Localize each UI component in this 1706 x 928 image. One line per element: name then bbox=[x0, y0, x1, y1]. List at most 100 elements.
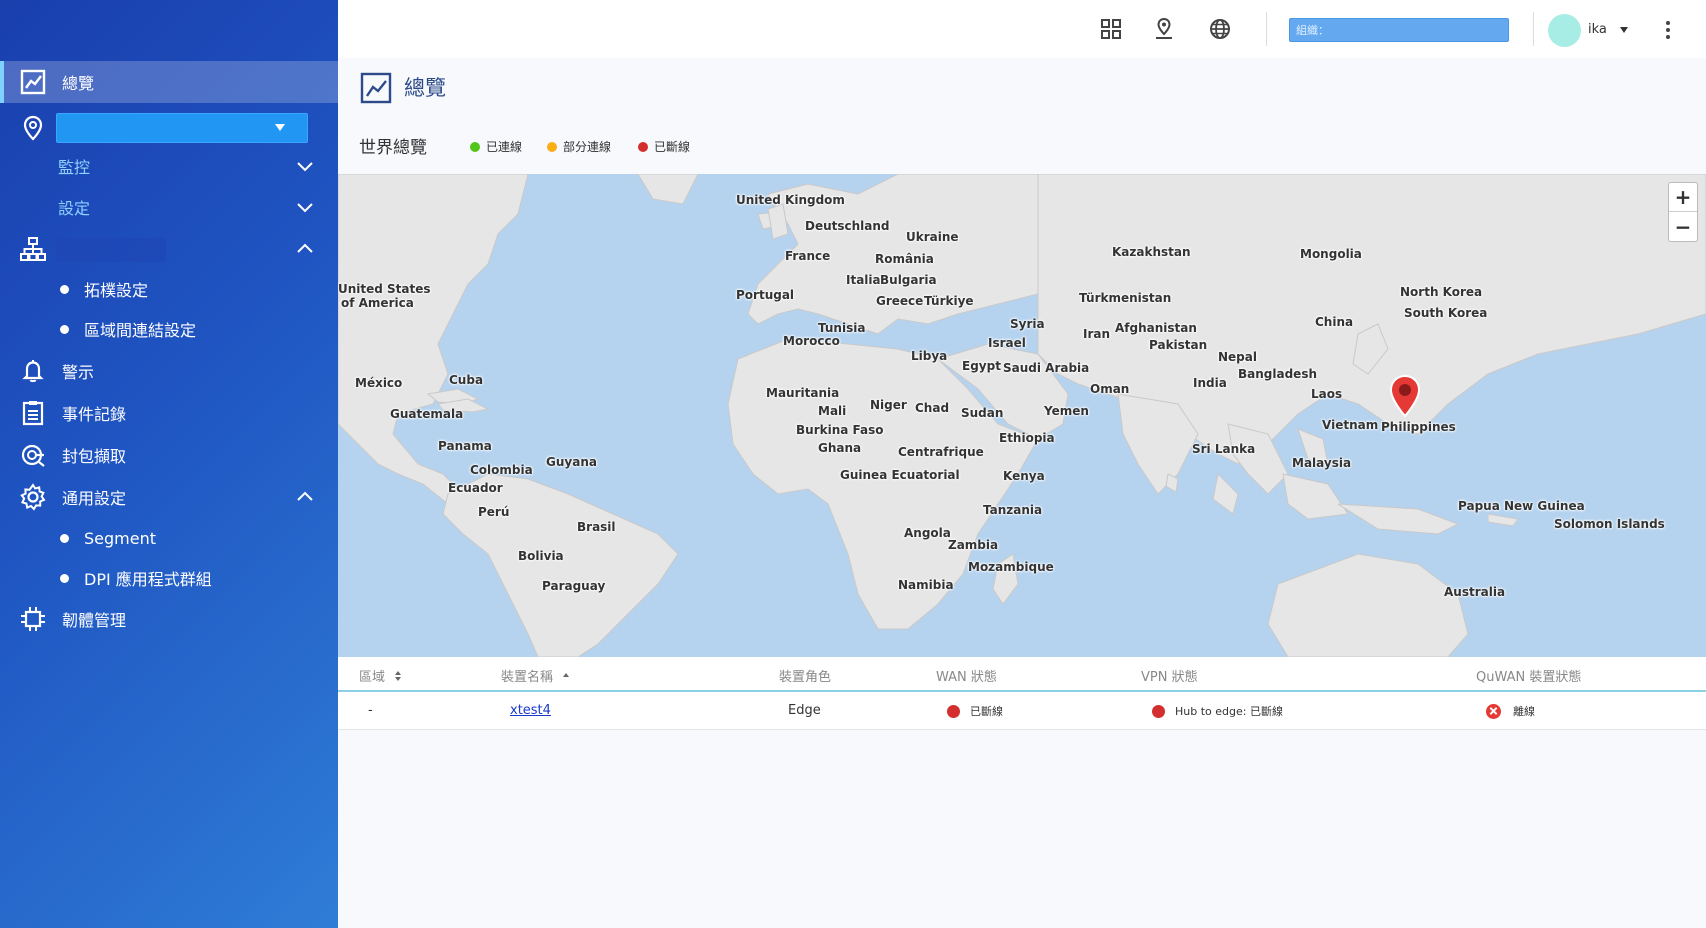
map-label: Deutschland bbox=[805, 219, 890, 233]
map-label: Bolivia bbox=[518, 549, 564, 563]
header-label: 裝置名稱 bbox=[501, 670, 554, 685]
apps-grid-icon[interactable] bbox=[1098, 16, 1124, 42]
header-label: QuWAN 裝置狀態 bbox=[1476, 670, 1582, 685]
sidebar-item-label: 拓樸設定 bbox=[84, 281, 149, 300]
device-name-link[interactable]: xtest4 bbox=[510, 703, 551, 718]
map-label: Yemen bbox=[1044, 404, 1089, 418]
network-topology-icon bbox=[18, 234, 48, 264]
network-name-placeholder bbox=[56, 238, 166, 262]
username[interactable]: ika bbox=[1588, 22, 1607, 37]
map-label: Mauritania bbox=[766, 386, 840, 400]
divider bbox=[1533, 12, 1534, 46]
map-label: Paraguay bbox=[542, 579, 606, 593]
sidebar-item-dpi[interactable]: DPI 應用程式群組 bbox=[0, 561, 338, 595]
site-select[interactable] bbox=[56, 113, 308, 143]
sidebar-item-segment[interactable]: Segment bbox=[0, 521, 338, 555]
globe-icon[interactable] bbox=[1207, 16, 1233, 42]
legend-disconnected: 已斷線 bbox=[638, 138, 690, 155]
map-label: Oman bbox=[1090, 382, 1130, 396]
map-label: Sudan bbox=[961, 406, 1004, 420]
zoom-out-button[interactable]: − bbox=[1669, 212, 1697, 241]
more-vertical-icon[interactable] bbox=[1658, 18, 1678, 42]
organization-select[interactable]: 組織： bbox=[1289, 18, 1509, 42]
column-header-device-role[interactable]: 裝置角色 bbox=[779, 666, 831, 685]
map-label: France bbox=[785, 249, 831, 263]
avatar[interactable] bbox=[1548, 14, 1581, 47]
map-label: Philippines bbox=[1381, 420, 1456, 434]
column-header-region[interactable]: 區域 bbox=[359, 666, 403, 685]
map-pin-icon[interactable] bbox=[1151, 16, 1177, 42]
map-label: Chad bbox=[915, 401, 950, 415]
map-label: Morocco bbox=[783, 334, 840, 348]
status-label: Hub to edge: 已斷線 bbox=[1175, 705, 1283, 718]
sidebar-item-label: 區域間連結設定 bbox=[84, 321, 197, 340]
map-label: Iran bbox=[1083, 327, 1111, 341]
map-label: Colombia bbox=[470, 463, 533, 477]
map-label: Guyana bbox=[546, 455, 597, 469]
sidebar-item-network[interactable] bbox=[0, 231, 338, 267]
sidebar-item-label: 事件記錄 bbox=[62, 405, 127, 424]
device-location-marker[interactable] bbox=[1388, 374, 1422, 418]
sidebar-item-region-link[interactable]: 區域間連結設定 bbox=[0, 312, 338, 346]
sidebar-item-label: 設定 bbox=[58, 199, 91, 218]
map-label: Cuba bbox=[449, 373, 484, 387]
sidebar-item-alerts[interactable]: 警示 bbox=[0, 353, 338, 389]
column-header-wan-status[interactable]: WAN 狀態 bbox=[936, 666, 997, 685]
status-dot-icon bbox=[638, 141, 648, 152]
device-table: 區域 裝置名稱 裝置角色 WAN 狀態 VPN 狀態 QuWAN 裝置狀態 - … bbox=[338, 657, 1706, 730]
cell-region: - bbox=[368, 703, 373, 718]
map-label: Tunisia bbox=[818, 321, 866, 335]
column-header-quwan-status[interactable]: QuWAN 裝置狀態 bbox=[1476, 666, 1581, 685]
map-label: Ecuador bbox=[448, 481, 503, 495]
sidebar-item-label: Segment bbox=[84, 528, 156, 548]
bullet-icon bbox=[60, 533, 69, 543]
map-label: Sri Lanka bbox=[1192, 442, 1256, 456]
status-dot-icon bbox=[547, 141, 557, 152]
caret-down-icon[interactable] bbox=[1620, 27, 1628, 33]
map-label: Namibia bbox=[898, 578, 954, 592]
map-label: Ethiopia bbox=[999, 431, 1055, 445]
top-bar: 組織： ika bbox=[338, 0, 1706, 58]
map-label: Türkiye bbox=[924, 294, 974, 308]
map-label: Malaysia bbox=[1292, 456, 1352, 470]
status-label: 已斷線 bbox=[970, 705, 1003, 718]
map-label: Afghanistan bbox=[1115, 321, 1197, 335]
header-label: 裝置角色 bbox=[779, 670, 832, 685]
zoom-in-button[interactable]: + bbox=[1669, 183, 1697, 212]
map-label: Angola bbox=[904, 526, 951, 540]
map-label: Ukraine bbox=[906, 230, 959, 244]
map-label: China bbox=[1315, 315, 1354, 329]
map-label: Guatemala bbox=[390, 407, 464, 421]
world-map[interactable]: United Kingdom Deutschland Ukraine Kazak… bbox=[338, 174, 1706, 657]
bullet-icon bbox=[60, 284, 69, 294]
sidebar-item-capture[interactable]: 封包擷取 bbox=[0, 437, 338, 473]
sidebar-item-label: DPI 應用程式群組 bbox=[84, 570, 212, 589]
cell-device-role: Edge bbox=[788, 703, 821, 718]
sidebar-item-firmware[interactable]: 韌體管理 bbox=[0, 601, 338, 637]
sidebar-item-settings[interactable]: 設定 bbox=[0, 189, 338, 225]
map-label: Türkmenistan bbox=[1079, 291, 1172, 305]
device-name-label[interactable]: xtest4 bbox=[510, 703, 551, 718]
header-label: VPN 狀態 bbox=[1141, 670, 1198, 685]
sidebar-item-overview[interactable]: 總覽 bbox=[0, 61, 338, 103]
map-label: Solomon Islands bbox=[1554, 517, 1665, 531]
divider bbox=[1266, 12, 1267, 46]
column-header-vpn-status[interactable]: VPN 狀態 bbox=[1141, 666, 1198, 685]
cell-quwan-status: 離線 bbox=[1486, 703, 1535, 719]
zoom-control: + − bbox=[1668, 182, 1698, 242]
map-label: Guinea Ecuatorial bbox=[840, 468, 960, 482]
sidebar-item-monitor[interactable]: 監控 bbox=[0, 148, 338, 184]
map-label: Australia bbox=[1444, 585, 1506, 599]
sidebar-item-general[interactable]: 通用設定 bbox=[0, 479, 338, 515]
map-label: Portugal bbox=[736, 288, 795, 302]
sidebar-item-events[interactable]: 事件記錄 bbox=[0, 395, 338, 431]
page-title: 總覽 bbox=[404, 76, 446, 100]
column-header-device-name[interactable]: 裝置名稱 bbox=[501, 666, 571, 685]
map-label: Pakistan bbox=[1149, 338, 1208, 352]
table-row[interactable]: - xtest4 Edge 已斷線 Hub to edge: 已斷線 離線 bbox=[338, 692, 1706, 730]
chevron-up-icon bbox=[297, 243, 313, 253]
sidebar-item-topology[interactable]: 拓樸設定 bbox=[0, 272, 338, 306]
bell-icon bbox=[18, 356, 48, 386]
chevron-down-icon bbox=[297, 162, 313, 172]
clipboard-list-icon bbox=[18, 398, 48, 428]
